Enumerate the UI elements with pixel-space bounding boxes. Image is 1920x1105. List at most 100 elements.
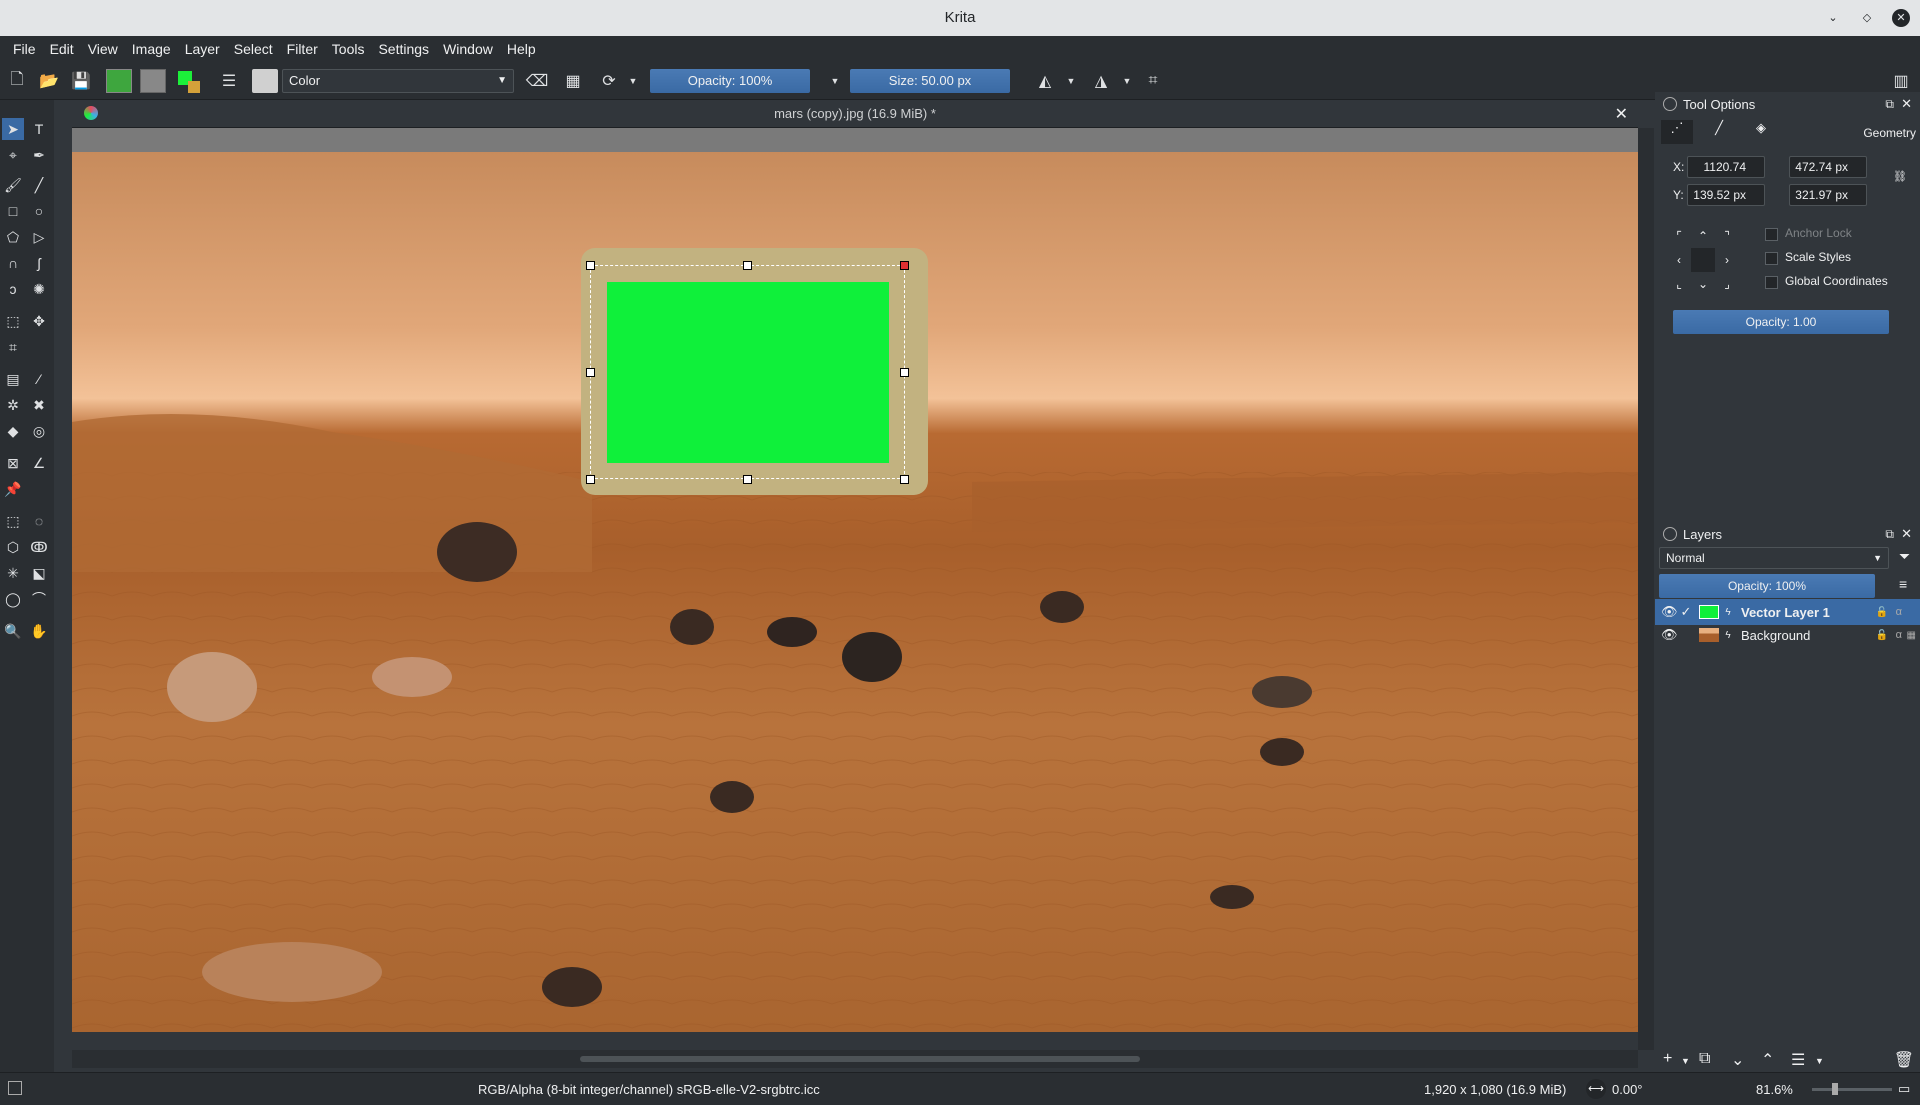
- reload-preset-icon[interactable]: ⟳: [596, 69, 622, 93]
- eraser-icon[interactable]: ⌫: [524, 69, 550, 93]
- color-swatch-icon[interactable]: [176, 69, 202, 93]
- reference-images-tool-icon[interactable]: 📌: [2, 478, 24, 500]
- resize-handle-bottom-right[interactable]: [900, 475, 909, 484]
- geometry-tab-label[interactable]: Geometry: [1863, 126, 1916, 140]
- open-document-icon[interactable]: 📂: [36, 69, 62, 93]
- minimize-icon[interactable]: ⌄: [1824, 9, 1842, 27]
- layer-properties-icon[interactable]: ☰: [1791, 1050, 1805, 1070]
- anchor-top-left-icon[interactable]: ⌜: [1667, 224, 1691, 248]
- menu-image[interactable]: Image: [125, 41, 178, 57]
- vertical-scrollbar[interactable]: [1638, 128, 1654, 1050]
- lock-icon[interactable]: 🔓: [1876, 630, 1888, 641]
- save-icon[interactable]: 💾: [68, 69, 94, 93]
- resize-handle-bottom-middle[interactable]: [743, 475, 752, 484]
- bezier-tool-icon[interactable]: ∩: [2, 252, 24, 274]
- link-aspect-icon[interactable]: ⛓: [1893, 170, 1907, 183]
- close-window-icon[interactable]: ✕: [1892, 9, 1910, 27]
- shape-opacity-slider[interactable]: Opacity: 1.00: [1673, 310, 1889, 334]
- filter-icon[interactable]: ⏷: [1899, 548, 1910, 565]
- chevron-down-icon[interactable]: ▼: [1120, 69, 1134, 93]
- zoom-slider-handle[interactable]: [1832, 1083, 1838, 1095]
- gradient-preset-icon[interactable]: [106, 69, 132, 93]
- dynamic-brush-tool-icon[interactable]: ↄ: [2, 278, 24, 300]
- multibrush-tool-icon[interactable]: ✺: [28, 278, 50, 300]
- width-field[interactable]: 472.74 px: [1789, 156, 1867, 178]
- menu-select[interactable]: Select: [227, 41, 280, 57]
- wrap-around-icon[interactable]: ⌗: [1140, 69, 1166, 93]
- resize-handle-middle-left[interactable]: [586, 368, 595, 377]
- pan-tool-icon[interactable]: ✋: [28, 620, 50, 642]
- preserve-alpha-icon[interactable]: ▦: [560, 69, 586, 93]
- chevron-down-icon[interactable]: ▼: [1681, 1056, 1690, 1066]
- freehand-select-tool-icon[interactable]: ↂ: [28, 536, 50, 558]
- layer-name[interactable]: Vector Layer 1: [1741, 605, 1830, 620]
- workspace-icon[interactable]: ▥: [1888, 69, 1914, 93]
- scrollbar-thumb[interactable]: [580, 1056, 1140, 1062]
- blend-mode-select[interactable]: Color ▼: [282, 69, 514, 93]
- anchor-lock-checkbox[interactable]: [1765, 228, 1778, 241]
- contiguous-select-tool-icon[interactable]: ✳: [2, 562, 24, 584]
- close-dock-icon[interactable]: ✕: [1901, 96, 1912, 112]
- close-dock-icon[interactable]: ✕: [1901, 526, 1912, 542]
- visibility-eye-icon[interactable]: 👁: [1661, 627, 1678, 643]
- similar-select-tool-icon[interactable]: ⬕: [28, 562, 50, 584]
- color-picker-tool-icon[interactable]: ⁄: [28, 368, 50, 390]
- magnetic-select-tool-icon[interactable]: ⌒: [28, 588, 50, 610]
- tab-geometry-icon[interactable]: ⋰: [1661, 120, 1693, 144]
- resize-handle-top-left[interactable]: [586, 261, 595, 270]
- freehand-path-tool-icon[interactable]: ʃ: [28, 252, 50, 274]
- scale-styles-checkbox[interactable]: [1765, 252, 1778, 265]
- anchor-bottom-left-icon[interactable]: ⌞: [1667, 272, 1691, 296]
- polygon-tool-icon[interactable]: ⬠: [2, 226, 24, 248]
- rectangle-tool-icon[interactable]: □: [2, 200, 24, 222]
- opacity-slider[interactable]: Opacity: 100%: [650, 69, 810, 93]
- inherit-alpha-icon[interactable]: ▦: [1907, 630, 1916, 641]
- move-layer-down-icon[interactable]: ⌄: [1731, 1050, 1744, 1070]
- resize-handle-bottom-left[interactable]: [586, 475, 595, 484]
- anchor-top-right-icon[interactable]: ⌝: [1715, 224, 1739, 248]
- edit-shapes-tool-icon[interactable]: ⌖: [2, 144, 24, 166]
- measure-tool-icon[interactable]: ∠: [28, 452, 50, 474]
- anchor-bottom-icon[interactable]: ⌄: [1691, 272, 1715, 296]
- menu-edit[interactable]: Edit: [43, 41, 81, 57]
- maximize-icon[interactable]: ◇: [1858, 9, 1876, 27]
- new-document-icon[interactable]: 🗋: [4, 69, 30, 93]
- chevron-down-icon[interactable]: ▼: [626, 69, 640, 93]
- visibility-eye-icon[interactable]: 👁: [1661, 604, 1678, 620]
- zoom-value[interactable]: 81.6%: [1756, 1082, 1793, 1097]
- layer-blend-mode-select[interactable]: Normal ▼: [1659, 547, 1889, 569]
- menu-layer[interactable]: Layer: [178, 41, 227, 57]
- line-tool-icon[interactable]: ╱: [28, 174, 50, 196]
- resize-handle-top-right[interactable]: [900, 261, 909, 270]
- chevron-down-icon[interactable]: ▼: [1064, 69, 1078, 93]
- layer-opacity-slider[interactable]: Opacity: 100%: [1659, 574, 1875, 598]
- gradient-tool-icon[interactable]: ▤: [2, 368, 24, 390]
- canvas-only-icon[interactable]: ▭: [1898, 1081, 1910, 1097]
- anchor-top-icon[interactable]: ⌃: [1691, 224, 1715, 248]
- polygon-select-tool-icon[interactable]: ⬡: [2, 536, 24, 558]
- global-coordinates-checkbox[interactable]: [1765, 276, 1778, 289]
- delete-layer-icon[interactable]: 🗑: [1894, 1050, 1914, 1070]
- calligraphy-tool-icon[interactable]: ✒: [28, 144, 50, 166]
- anchor-center-icon[interactable]: [1691, 248, 1715, 272]
- alpha-lock-icon[interactable]: α: [1896, 606, 1902, 618]
- enclose-fill-tool-icon[interactable]: ◎: [28, 420, 50, 442]
- layer-row-background[interactable]: 👁 ϟ Background 🔓 α ▦: [1655, 622, 1920, 648]
- resize-handle-middle-right[interactable]: [900, 368, 909, 377]
- transform-tool-icon[interactable]: ⬚: [2, 310, 24, 332]
- smart-patch-tool-icon[interactable]: ✖: [28, 394, 50, 416]
- layer-name[interactable]: Background: [1741, 628, 1810, 643]
- canvas-area[interactable]: [72, 128, 1638, 1032]
- menu-help[interactable]: Help: [500, 41, 543, 57]
- stroke-tab-icon[interactable]: ╱: [1703, 120, 1735, 136]
- fill-tool-icon[interactable]: ◆: [2, 420, 24, 442]
- duplicate-layer-icon[interactable]: ⧉: [1699, 1050, 1710, 1068]
- chevron-down-icon[interactable]: ▼: [828, 69, 842, 93]
- float-dock-icon[interactable]: ⧉: [1885, 97, 1894, 112]
- horizontal-scrollbar[interactable]: [72, 1050, 1638, 1068]
- hamburger-menu-icon[interactable]: ≡: [1899, 576, 1907, 592]
- move-tool-icon[interactable]: ✥: [28, 310, 50, 332]
- menu-settings[interactable]: Settings: [371, 41, 436, 57]
- text-tool-icon[interactable]: T: [28, 118, 50, 140]
- document-tab-title[interactable]: mars (copy).jpg (16.9 MiB) *: [72, 106, 1638, 121]
